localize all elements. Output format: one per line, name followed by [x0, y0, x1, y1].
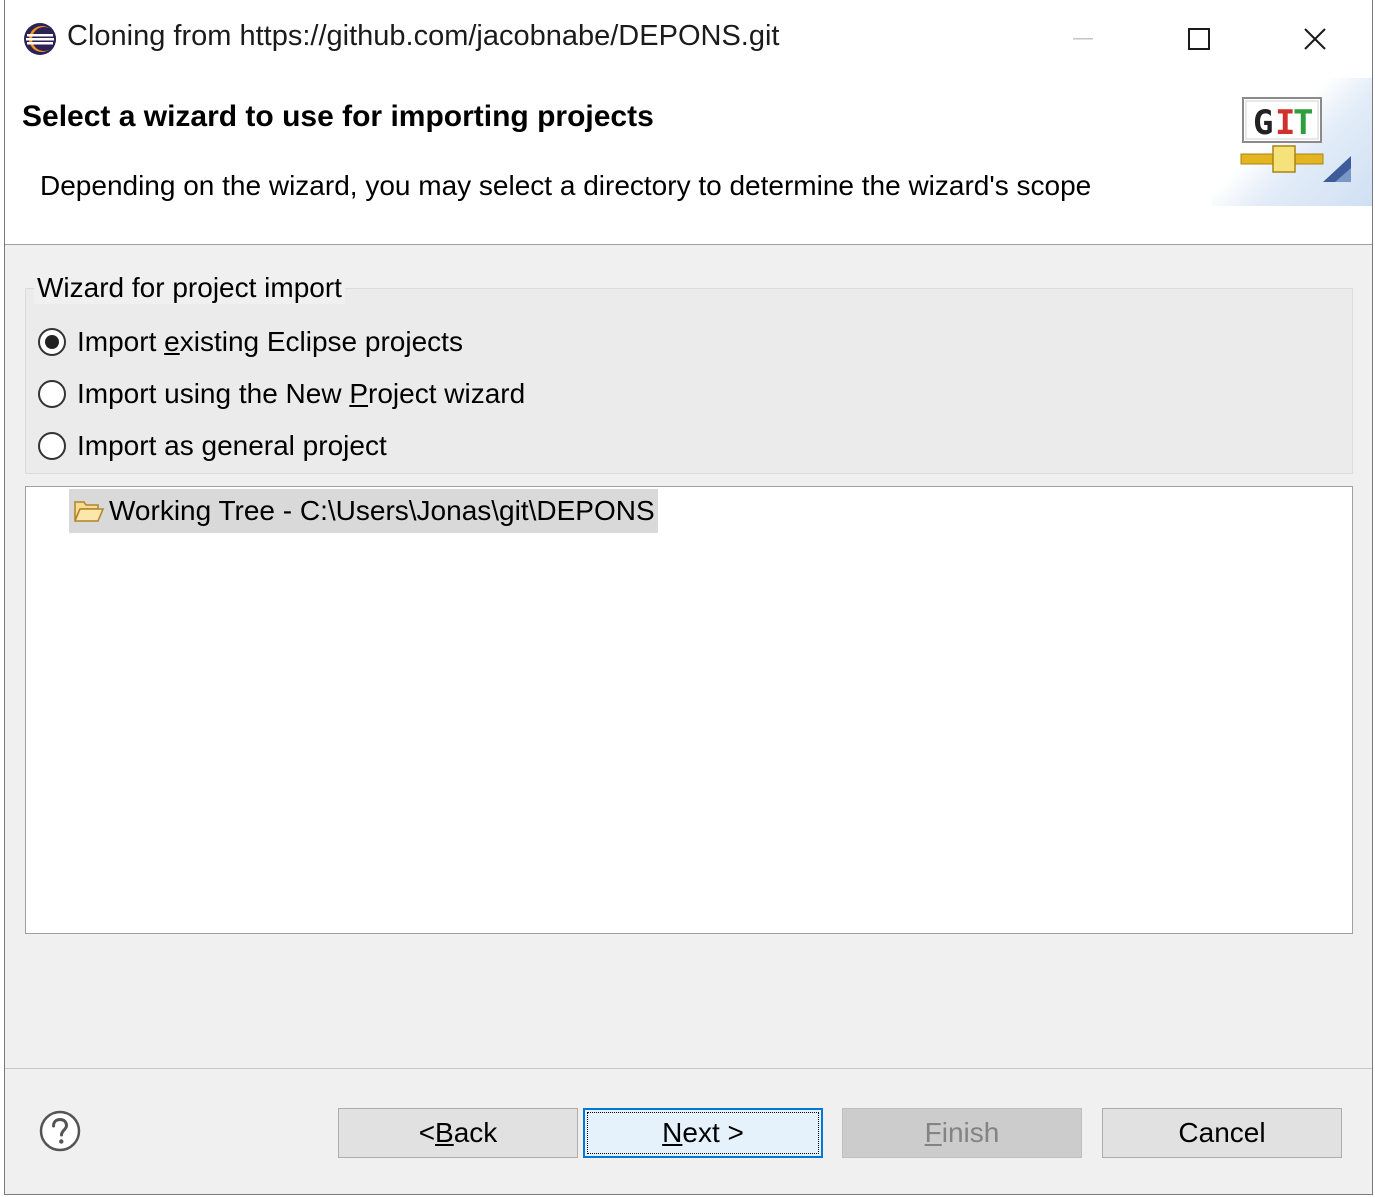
- cancel-button[interactable]: Cancel: [1102, 1108, 1342, 1158]
- tree-item-label: Working Tree - C:\Users\Jonas\git\DEPONS: [109, 495, 655, 526]
- radio-import-general[interactable]: Import as general project: [38, 426, 387, 466]
- svg-text:T: T: [1293, 103, 1313, 143]
- radio-import-existing[interactable]: Import existing Eclipse projects: [38, 322, 463, 362]
- maximize-button[interactable]: [1141, 0, 1257, 78]
- open-folder-icon: [73, 501, 105, 522]
- radio-label: Import using the New Project wizard: [77, 378, 526, 409]
- help-icon[interactable]: [39, 1110, 81, 1152]
- eclipse-icon: [24, 23, 56, 55]
- close-button[interactable]: [1257, 0, 1372, 78]
- clone-wizard-dialog: Cloning from https://github.com/jacobnab…: [4, 0, 1373, 1195]
- maximize-icon: [1188, 28, 1210, 50]
- finish-button[interactable]: Finish: [842, 1108, 1082, 1158]
- radio-label: Import as general project: [77, 430, 387, 461]
- minimize-button[interactable]: [1025, 0, 1141, 78]
- footer-separator: [5, 1068, 1372, 1069]
- close-icon: [1304, 28, 1326, 50]
- title-bar[interactable]: Cloning from https://github.com/jacobnab…: [5, 0, 1372, 78]
- page-description: Depending on the wizard, you may select …: [40, 170, 1092, 201]
- radio-button[interactable]: [38, 432, 66, 460]
- git-logo-icon: G I T: [1240, 97, 1351, 182]
- tree-item-working-tree[interactable]: Working Tree - C:\Users\Jonas\git\DEPONS: [69, 489, 658, 533]
- wizard-banner: Select a wizard to use for importing pro…: [5, 78, 1372, 245]
- minimize-icon: [1073, 38, 1093, 40]
- back-button[interactable]: < Back: [338, 1108, 578, 1158]
- window-title: Cloning from https://github.com/jacobnab…: [67, 20, 780, 52]
- group-legend: Wizard for project import: [34, 272, 345, 304]
- radio-button[interactable]: [38, 380, 66, 408]
- directory-tree[interactable]: Working Tree - C:\Users\Jonas\git\DEPONS: [25, 486, 1353, 934]
- page-title: Select a wizard to use for importing pro…: [22, 100, 654, 133]
- next-button[interactable]: Next >: [583, 1108, 823, 1158]
- radio-button[interactable]: [38, 328, 66, 356]
- radio-label: Import existing Eclipse projects: [77, 326, 463, 357]
- svg-text:G: G: [1253, 103, 1273, 143]
- radio-import-new-project[interactable]: Import using the New Project wizard: [38, 374, 525, 414]
